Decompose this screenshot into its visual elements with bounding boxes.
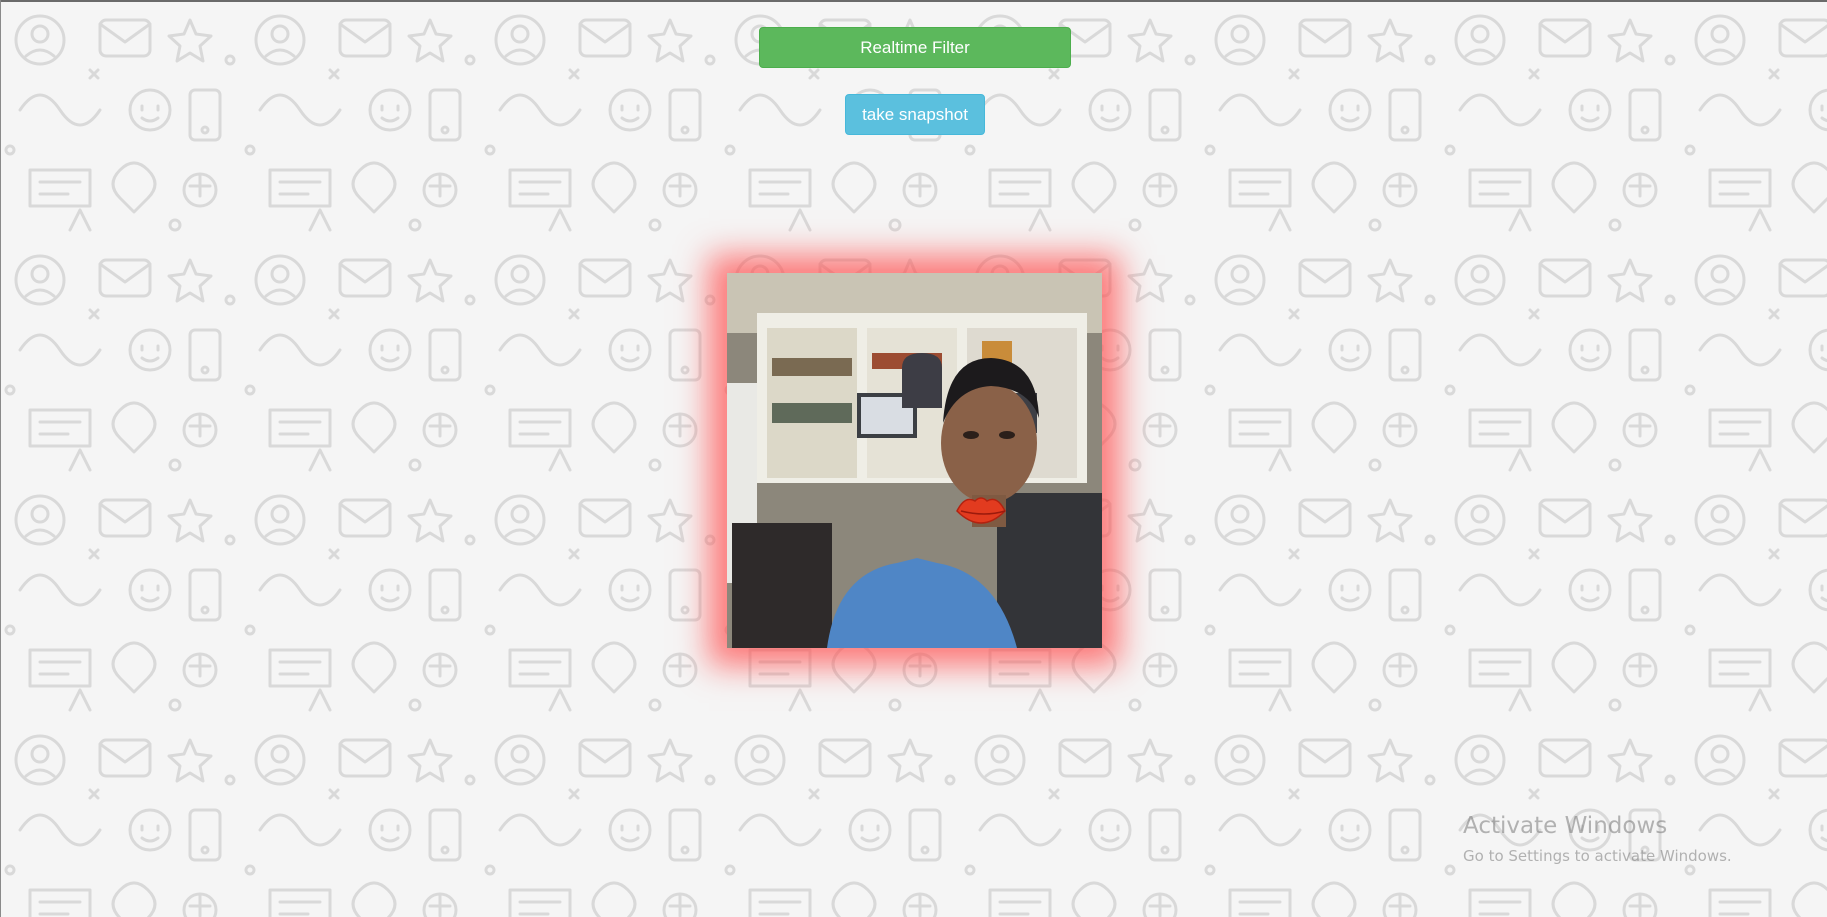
- activate-windows-subtitle: Go to Settings to activate Windows.: [1463, 847, 1732, 865]
- window-top-border: [0, 0, 1827, 2]
- realtime-filter-button[interactable]: Realtime Filter: [759, 27, 1071, 68]
- activate-windows-title: Activate Windows: [1463, 813, 1668, 839]
- window-left-border: [0, 0, 1, 917]
- webcam-frame: [727, 273, 1102, 648]
- webcam-video: [727, 273, 1102, 648]
- take-snapshot-button[interactable]: take snapshot: [845, 94, 985, 135]
